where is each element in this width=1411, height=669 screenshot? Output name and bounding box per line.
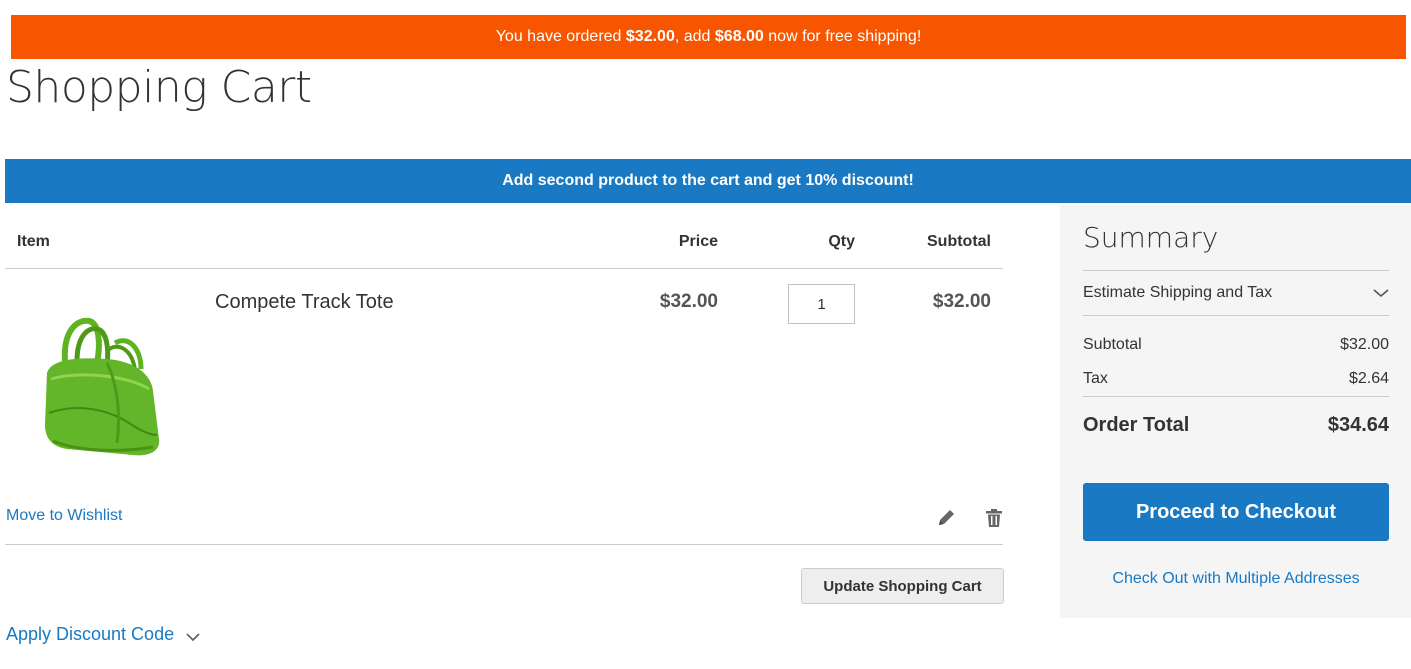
row-divider xyxy=(5,544,1003,545)
estimate-shipping-toggle[interactable]: Estimate Shipping and Tax xyxy=(1083,271,1389,315)
shipping-suffix: now for free shipping! xyxy=(768,28,922,45)
remaining-amount: $68.00 xyxy=(714,28,764,45)
free-shipping-banner: You have ordered $32.00, add $68.00 now … xyxy=(11,15,1406,59)
qty-input[interactable] xyxy=(788,284,855,324)
header-divider xyxy=(5,268,1003,269)
estimate-label: Estimate Shipping and Tax xyxy=(1083,284,1273,301)
order-summary-panel: Summary Estimate Shipping and Tax Subtot… xyxy=(1060,205,1411,618)
proceed-to-checkout-button[interactable]: Proceed to Checkout xyxy=(1083,483,1389,541)
summary-title: Summary xyxy=(1083,221,1219,254)
subtotal-label: Subtotal xyxy=(1083,336,1142,353)
summary-tax-row: Tax $2.64 xyxy=(1083,370,1389,388)
discount-label: Apply Discount Code xyxy=(6,624,175,644)
move-to-wishlist-link[interactable]: Move to Wishlist xyxy=(6,507,122,525)
apply-discount-code-toggle[interactable]: Apply Discount Code xyxy=(6,624,200,645)
order-total-value: $34.64 xyxy=(1327,414,1389,436)
chevron-down-icon xyxy=(186,632,200,641)
order-total-row: Order Total $34.64 xyxy=(1083,414,1389,437)
product-image-tote-bag[interactable] xyxy=(37,313,162,463)
tax-value: $2.64 xyxy=(1348,370,1389,387)
product-name-link[interactable]: Compete Track Tote xyxy=(215,291,394,314)
column-header-item: Item xyxy=(17,233,50,250)
summary-subtotal-row: Subtotal $32.00 xyxy=(1083,336,1389,354)
column-header-price: Price xyxy=(678,233,718,250)
edit-pencil-icon[interactable] xyxy=(935,507,957,529)
item-subtotal: $32.00 xyxy=(932,291,991,312)
trash-icon[interactable] xyxy=(983,507,1005,529)
update-shopping-cart-button[interactable]: Update Shopping Cart xyxy=(801,568,1004,604)
summary-divider-estimate xyxy=(1083,315,1389,316)
order-total-label: Order Total xyxy=(1083,414,1190,436)
shipping-middle: , add xyxy=(674,28,711,45)
chevron-down-icon xyxy=(1373,289,1389,298)
item-price: $32.00 xyxy=(659,291,718,312)
ordered-amount: $32.00 xyxy=(625,28,675,45)
page-title: Shopping Cart xyxy=(6,62,312,113)
promo-banner: Add second product to the cart and get 1… xyxy=(5,159,1411,203)
subtotal-value: $32.00 xyxy=(1340,336,1389,353)
tax-label: Tax xyxy=(1083,370,1108,387)
shipping-prefix: You have ordered xyxy=(495,28,622,45)
checkout-multiple-addresses-link[interactable]: Check Out with Multiple Addresses xyxy=(1083,570,1389,588)
column-header-subtotal: Subtotal xyxy=(927,233,991,250)
column-header-qty: Qty xyxy=(828,233,855,250)
summary-divider-total xyxy=(1083,396,1389,397)
